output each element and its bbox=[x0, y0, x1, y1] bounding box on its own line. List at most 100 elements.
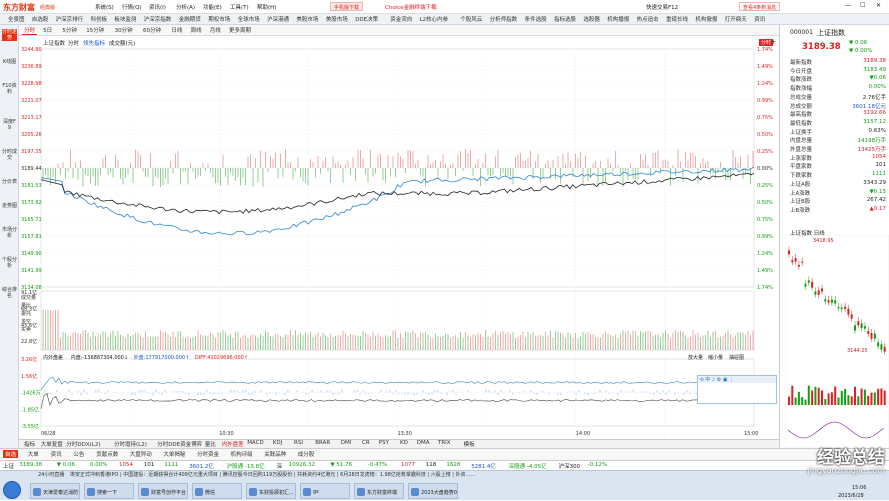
menubar-item-13[interactable]: 资金流向 bbox=[390, 15, 412, 23]
taskbar-item-7[interactable]: 2023大盘趋势05... bbox=[408, 483, 458, 499]
menubar-item-11[interactable]: 美股市场 bbox=[326, 15, 348, 23]
menu-2[interactable]: 资讯(I) bbox=[149, 3, 166, 11]
menubar-item-9[interactable]: 沪深港通 bbox=[267, 15, 289, 23]
menubar-item-19[interactable]: 选股器 bbox=[583, 15, 600, 23]
menubar-item-12[interactable]: DDE决策 bbox=[355, 15, 378, 23]
period-tab-5[interactable]: 60分钟 bbox=[141, 26, 163, 34]
maximize-button[interactable]: ☐ bbox=[860, 2, 865, 9]
leftnav-item-2[interactable]: F10资料 bbox=[2, 83, 17, 95]
minimize-button[interactable]: — bbox=[845, 2, 851, 9]
indicator-tab-12[interactable]: CR bbox=[360, 440, 372, 446]
menubar-item-20[interactable]: 机构播报 bbox=[607, 15, 629, 23]
leftnav-item-7[interactable]: 市场分析 bbox=[2, 227, 17, 239]
period-tab-8[interactable]: 月线 bbox=[208, 26, 223, 34]
indicator-tab-16[interactable]: TRIX bbox=[436, 440, 453, 446]
period-tab-9[interactable]: 更多周期 bbox=[227, 26, 253, 34]
info-tab-8[interactable]: 机构评级 bbox=[229, 450, 255, 458]
indicator-tab-15[interactable]: DMA bbox=[415, 440, 432, 446]
taskbar-item-4[interactable]: 东财投顾初汇... bbox=[246, 483, 296, 499]
indicator-tab-1[interactable]: 大单复盘 bbox=[39, 440, 65, 448]
period-tab-4[interactable]: 30分钟 bbox=[113, 26, 135, 34]
info-tab-5[interactable]: 大盘异动 bbox=[128, 450, 154, 458]
info-tab-3[interactable]: 公告 bbox=[71, 450, 86, 458]
info-tab-1[interactable]: 大单 bbox=[26, 450, 41, 458]
indicator-tab-3[interactable]: 分时增持(L2) bbox=[112, 440, 149, 448]
menubar-item-14[interactable]: L2核心内参 bbox=[420, 15, 449, 23]
menubar-item-22[interactable]: 重磅长线 bbox=[666, 15, 688, 23]
info-tab-6[interactable]: 大单揭秘 bbox=[161, 450, 187, 458]
drawer-chart-button[interactable]: 抽屉图 bbox=[729, 354, 744, 361]
menubar-item-2[interactable]: 沪深京排行 bbox=[56, 15, 84, 23]
info-tab-0[interactable]: 自选 bbox=[3, 450, 19, 458]
info-tab-9[interactable]: 关联品种 bbox=[262, 450, 288, 458]
taskbar-item-5[interactable]: gs bbox=[300, 483, 350, 499]
phone-download-button[interactable]: 手机版下载 bbox=[330, 2, 364, 11]
menubar-item-5[interactable]: 沪深京指数 bbox=[144, 15, 172, 23]
period-tab-7[interactable]: 周线 bbox=[189, 26, 204, 34]
indicator-tab-10[interactable]: BRAR bbox=[313, 440, 332, 446]
menubar-item-6[interactable]: 金融期货 bbox=[179, 15, 201, 23]
leftnav-item-9[interactable]: 综合排名 bbox=[2, 287, 17, 299]
menubar-item-7[interactable]: 期权市场 bbox=[208, 15, 230, 23]
menubar-item-23[interactable]: 机构撤报 bbox=[695, 15, 717, 23]
indicator-tab-4[interactable]: 分时DDE资金博弈 bbox=[155, 440, 204, 448]
indicator-tab-7[interactable]: MACD bbox=[245, 440, 266, 446]
leftnav-item-6[interactable]: 走势图 bbox=[2, 203, 17, 209]
menubar-item-17[interactable]: 条件选股 bbox=[525, 15, 547, 23]
period-tab-6[interactable]: 日线 bbox=[169, 26, 184, 34]
vol-zoom-out-button[interactable]: 缩小量 bbox=[708, 354, 723, 361]
indicator-tab-13[interactable]: PSY bbox=[377, 440, 391, 446]
taskbar-item-2[interactable]: 财富号创作平台 bbox=[138, 483, 188, 499]
chart-tab-leading[interactable]: 领先指标 bbox=[83, 39, 105, 47]
leftnav-item-8[interactable]: 个股分析 bbox=[2, 257, 17, 269]
chart-tab-fenshi[interactable]: 分时 bbox=[68, 39, 79, 47]
leftnav-item-3[interactable]: 深度F9 bbox=[2, 119, 17, 131]
info-tab-4[interactable]: 贡献点数 bbox=[94, 450, 120, 458]
menubar-item-24[interactable]: 打开鼎天 bbox=[725, 15, 747, 23]
chart-tab-volume[interactable]: 成交额(元) bbox=[109, 39, 135, 47]
menubar-item-1[interactable]: 自选股 bbox=[32, 15, 49, 23]
indicator-tab-9[interactable]: RSI bbox=[292, 440, 305, 446]
menu-1[interactable]: 行情(Q) bbox=[122, 3, 142, 11]
chart-add-button[interactable]: + bbox=[771, 39, 776, 46]
menubar-item-25[interactable]: 资讯 bbox=[754, 15, 765, 23]
menubar-item-4[interactable]: 板块监测 bbox=[114, 15, 136, 23]
view-messages-button[interactable]: 查看4条新消息 bbox=[739, 2, 781, 11]
menubar-item-0[interactable]: 全景图 bbox=[8, 15, 25, 23]
period-tab-1[interactable]: 5日 bbox=[41, 26, 54, 34]
indicator-tab-11[interactable]: DMI bbox=[339, 440, 354, 446]
period-tab-2[interactable]: 5分钟 bbox=[60, 26, 79, 34]
indicator-tab-6[interactable]: 内外盘差 bbox=[220, 440, 246, 448]
leftnav-item-0[interactable]: 分时走势 bbox=[2, 29, 17, 41]
indicator-tab-2[interactable]: 分时DDX(L2) bbox=[64, 440, 102, 448]
menubar-item-21[interactable]: 热点追击 bbox=[637, 15, 659, 23]
taskbar-item-0[interactable]: 天津爱泰达消防论坛 bbox=[30, 483, 80, 499]
leftnav-item-4[interactable]: 分时成交 bbox=[2, 149, 17, 161]
menubar-item-3[interactable]: 科创板 bbox=[91, 15, 108, 23]
vol-zoom-in-button[interactable]: 放大量 bbox=[688, 354, 703, 361]
menu-3[interactable]: 分析(A) bbox=[176, 3, 195, 11]
indicator-tab-0[interactable]: 指标 bbox=[22, 440, 37, 448]
menu-0[interactable]: 系统(S) bbox=[95, 3, 114, 11]
choice-download-link[interactable]: Choice金融终端下载 bbox=[385, 3, 437, 11]
taskbar-item-3[interactable]: 微信 bbox=[192, 483, 242, 499]
leftnav-item-1[interactable]: K线图 bbox=[2, 59, 17, 65]
floating-toolbar[interactable]: ⟲ 中 ♪ ⚙ ▣ ⋮ bbox=[697, 375, 777, 404]
menubar-item-10[interactable]: 美股市场 bbox=[296, 15, 318, 23]
indicator-tab-17[interactable]: 模板 bbox=[462, 440, 477, 448]
menubar-item-8[interactable]: 全球市场 bbox=[238, 15, 260, 23]
indicator-tab-5[interactable]: 量比 bbox=[203, 440, 218, 448]
leftnav-item-5[interactable]: 分价表 bbox=[2, 179, 17, 185]
menubar-item-18[interactable]: 指标选股 bbox=[554, 15, 576, 23]
period-tab-0[interactable]: 分时 bbox=[22, 26, 38, 35]
quick-trade-button[interactable]: 快速交易F12 bbox=[646, 3, 678, 11]
indicator-tab-14[interactable]: KD bbox=[398, 440, 410, 446]
info-tab-10[interactable]: 成分股 bbox=[296, 450, 317, 458]
menu-5[interactable]: 工具(T) bbox=[230, 3, 249, 11]
menubar-item-15[interactable]: 个股风云 bbox=[460, 15, 482, 23]
taskbar-item-6[interactable]: 东方财富终端 bbox=[354, 483, 404, 499]
period-tab-3[interactable]: 15分钟 bbox=[84, 26, 106, 34]
taskbar-item-1[interactable]: 搜索一下 bbox=[84, 483, 134, 499]
info-tab-2[interactable]: 资讯 bbox=[49, 450, 64, 458]
info-tab-7[interactable]: 分时资金 bbox=[195, 450, 221, 458]
